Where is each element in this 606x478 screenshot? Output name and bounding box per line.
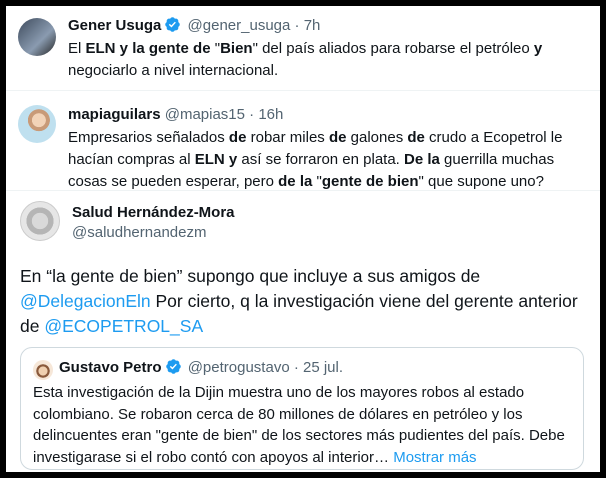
text-segment: " [312, 173, 322, 190]
bold-text-segment: de la [278, 173, 313, 190]
avatar[interactable] [20, 201, 60, 241]
text-segment: Empresarios señalados [68, 129, 229, 146]
show-more-link[interactable]: Mostrar más [393, 449, 476, 466]
author-handle[interactable]: @gener_usuga [188, 17, 291, 34]
bold-text-segment: gente de bien [321, 173, 419, 190]
avatar[interactable] [18, 18, 56, 56]
bold-text-segment: de [228, 129, 247, 146]
text-segment: negociarlo a nivel internacional. [68, 62, 279, 79]
bold-text-segment: De la [404, 151, 440, 168]
tweet-text-segment: En “la gente de bien” supongo que incluy… [20, 266, 481, 286]
author-handle[interactable]: @petrogustavo [188, 359, 290, 376]
bold-text-segment: ELN y [194, 151, 238, 168]
text-segment: robar miles [246, 129, 329, 146]
tweet-thread: Gener Usuga @gener_usuga · 7h El ELN y l… [6, 6, 600, 472]
tweet-header: mapiaguilars @mapias15 · 16h [68, 105, 283, 125]
timestamp[interactable]: · 16h [249, 106, 283, 123]
author-name[interactable]: Gustavo Petro [59, 359, 162, 376]
reply-tweet-1[interactable]: Gener Usuga @gener_usuga · 7h El ELN y l… [6, 6, 600, 91]
bold-text-segment: de [407, 129, 425, 146]
bold-text-segment: Bien [220, 40, 253, 57]
text-segment: " que supone uno? [418, 173, 544, 190]
author-name[interactable]: mapiaguilars [68, 106, 161, 123]
timestamp[interactable]: · 25 jul. [294, 359, 343, 376]
quoted-tweet-body: Esta investigación de la Dijin muestra u… [33, 384, 565, 466]
text-segment: " del país aliados para robarse el petró… [252, 40, 534, 57]
tweet-header: Gustavo Petro @petrogustavo · 25 jul. [59, 358, 343, 378]
verified-badge-icon [165, 359, 181, 374]
text-segment: " [210, 40, 221, 57]
avatar[interactable] [18, 105, 56, 143]
reply-tweet-2[interactable]: mapiaguilars @mapias15 · 16h Empresarios… [6, 91, 600, 191]
verified-badge-icon [165, 17, 181, 32]
bold-text-segment: y [533, 40, 543, 57]
timestamp[interactable]: · 7h [295, 17, 321, 34]
author-handle[interactable]: @saludhernandezm [72, 224, 206, 241]
quoted-tweet-text: Esta investigación de la Dijin muestra u… [33, 382, 573, 468]
bold-text-segment: ELN y la gente de [85, 40, 211, 57]
author-handle[interactable]: @mapias15 [165, 106, 245, 123]
text-segment: El [68, 40, 86, 57]
text-segment: galones [346, 129, 408, 146]
avatar[interactable] [33, 360, 53, 380]
bold-text-segment: de [328, 129, 347, 146]
tweet-text: En “la gente de bien” supongo que incluy… [20, 264, 590, 339]
author-name[interactable]: Gener Usuga [68, 17, 161, 34]
tweet-text: Empresarios señalados de robar miles de … [68, 127, 588, 193]
text-segment: así se forraron en plata. [237, 151, 405, 168]
main-tweet[interactable]: Salud Hernández-Mora @saludhernandezm En… [6, 191, 600, 472]
mention-link[interactable]: @ECOPETROL_SA [44, 316, 203, 336]
quoted-tweet[interactable]: Gustavo Petro @petrogustavo · 25 jul. Es… [20, 347, 584, 470]
author-name[interactable]: Salud Hernández-Mora [72, 204, 235, 221]
mention-link[interactable]: @DelegacionEln [20, 291, 151, 311]
tweet-header: Gener Usuga @gener_usuga · 7h [68, 16, 320, 36]
tweet-text: El ELN y la gente de "Bien" del país ali… [68, 38, 588, 82]
